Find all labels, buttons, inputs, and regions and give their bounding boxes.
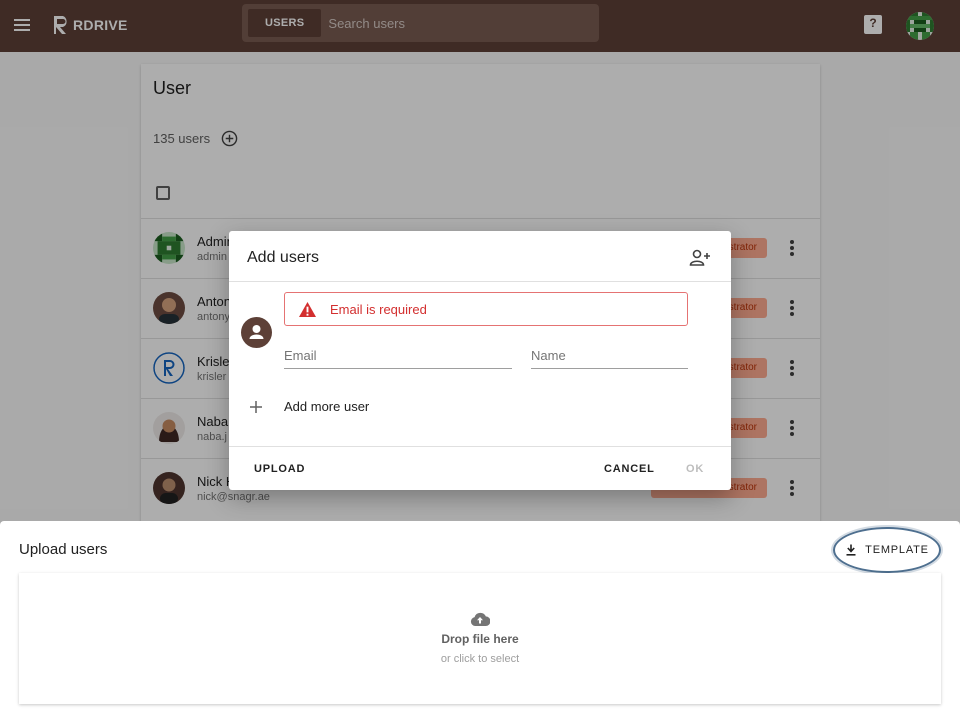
cloud-upload-icon [470,612,490,627]
email-field[interactable] [284,347,512,369]
email-input[interactable] [284,348,512,363]
ok-button[interactable]: OK [686,463,704,475]
dialog-divider [229,446,731,447]
name-input[interactable] [531,348,688,363]
cancel-button[interactable]: CANCEL [604,463,655,475]
drop-title: Drop file here [441,632,519,646]
template-download-button[interactable]: TEMPLATE [833,527,941,573]
plus-icon [250,400,262,413]
file-dropzone[interactable]: Drop file here or click to select [19,573,941,704]
sheet-title: Upload users [19,541,108,558]
new-user-avatar [241,317,272,348]
person-icon [249,325,264,339]
error-message: Email is required [330,301,427,317]
dialog-divider [229,281,731,282]
add-more-label: Add more user [284,399,370,414]
upload-button[interactable]: UPLOAD [254,463,305,475]
warning-icon [299,301,316,317]
upload-users-sheet: Upload users TEMPLATE Drop file here or … [0,521,960,720]
add-more-user-button[interactable]: Add more user [249,399,369,414]
drop-hint: or click to select [440,653,520,665]
dialog-title: Add users [247,249,320,266]
template-label: TEMPLATE [865,544,929,556]
name-field[interactable] [531,347,688,369]
download-icon [846,544,856,556]
add-users-dialog: Add users Email is required Add more use… [229,231,731,490]
person-add-icon[interactable] [689,249,711,267]
email-error-alert: Email is required [284,292,688,326]
